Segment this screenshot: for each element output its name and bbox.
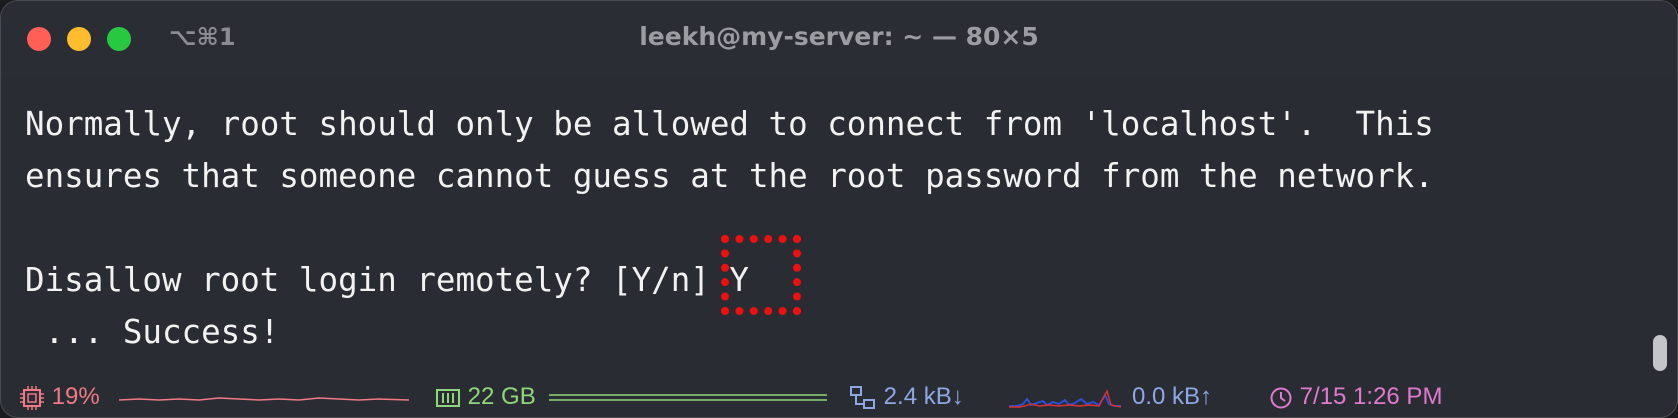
window-title: leekh@my-server: ~ — 80×5 — [639, 22, 1039, 51]
cpu-usage-value: 19% — [51, 383, 100, 410]
clock-status[interactable]: 7/15 1:26 PM — [1269, 383, 1442, 411]
terminal-line: Disallow root login remotely? [Y/n] Y — [25, 261, 749, 299]
memory-icon — [435, 383, 468, 410]
terminal-line: ... Success! — [25, 313, 280, 351]
title-bar[interactable]: ⌥⌘1 leekh@my-server: ~ — 80×5 — [1, 1, 1677, 77]
status-bar: 19% 22 GB 2.4 kB↓ 0.0 kB↑ 7/15 1:26 PM — [1, 373, 1677, 417]
network-down-status[interactable]: 2.4 kB↓ — [849, 383, 964, 411]
highlight-annotation-box — [721, 235, 801, 315]
network-down-value: 2.4 kB↓ — [883, 383, 964, 410]
terminal-line: Normally, root should only be allowed to… — [25, 105, 1434, 143]
scrollbar-thumb[interactable] — [1653, 335, 1667, 371]
cpu-status[interactable]: 19% — [19, 383, 100, 411]
cpu-icon — [19, 383, 52, 410]
memory-sparkline — [549, 394, 827, 401]
network-sparkline — [1009, 389, 1121, 408]
memory-usage-value: 22 GB — [467, 383, 536, 410]
memory-status[interactable]: 22 GB — [435, 383, 536, 411]
cpu-sparkline — [119, 397, 409, 401]
terminal-window: ⌥⌘1 leekh@my-server: ~ — 80×5 Normally, … — [0, 0, 1678, 418]
clock-icon — [1269, 383, 1300, 410]
terminal-line: ensures that someone cannot guess at the… — [25, 157, 1434, 195]
scrollbar[interactable] — [1653, 77, 1669, 371]
clock-value: 7/15 1:26 PM — [1299, 383, 1443, 410]
network-icon — [849, 383, 884, 410]
network-up-value: 0.0 kB↑ — [1132, 383, 1213, 410]
network-up-status[interactable]: 0.0 kB↑ — [1132, 383, 1212, 411]
terminal-output[interactable]: Normally, root should only be allowed to… — [25, 98, 1635, 358]
